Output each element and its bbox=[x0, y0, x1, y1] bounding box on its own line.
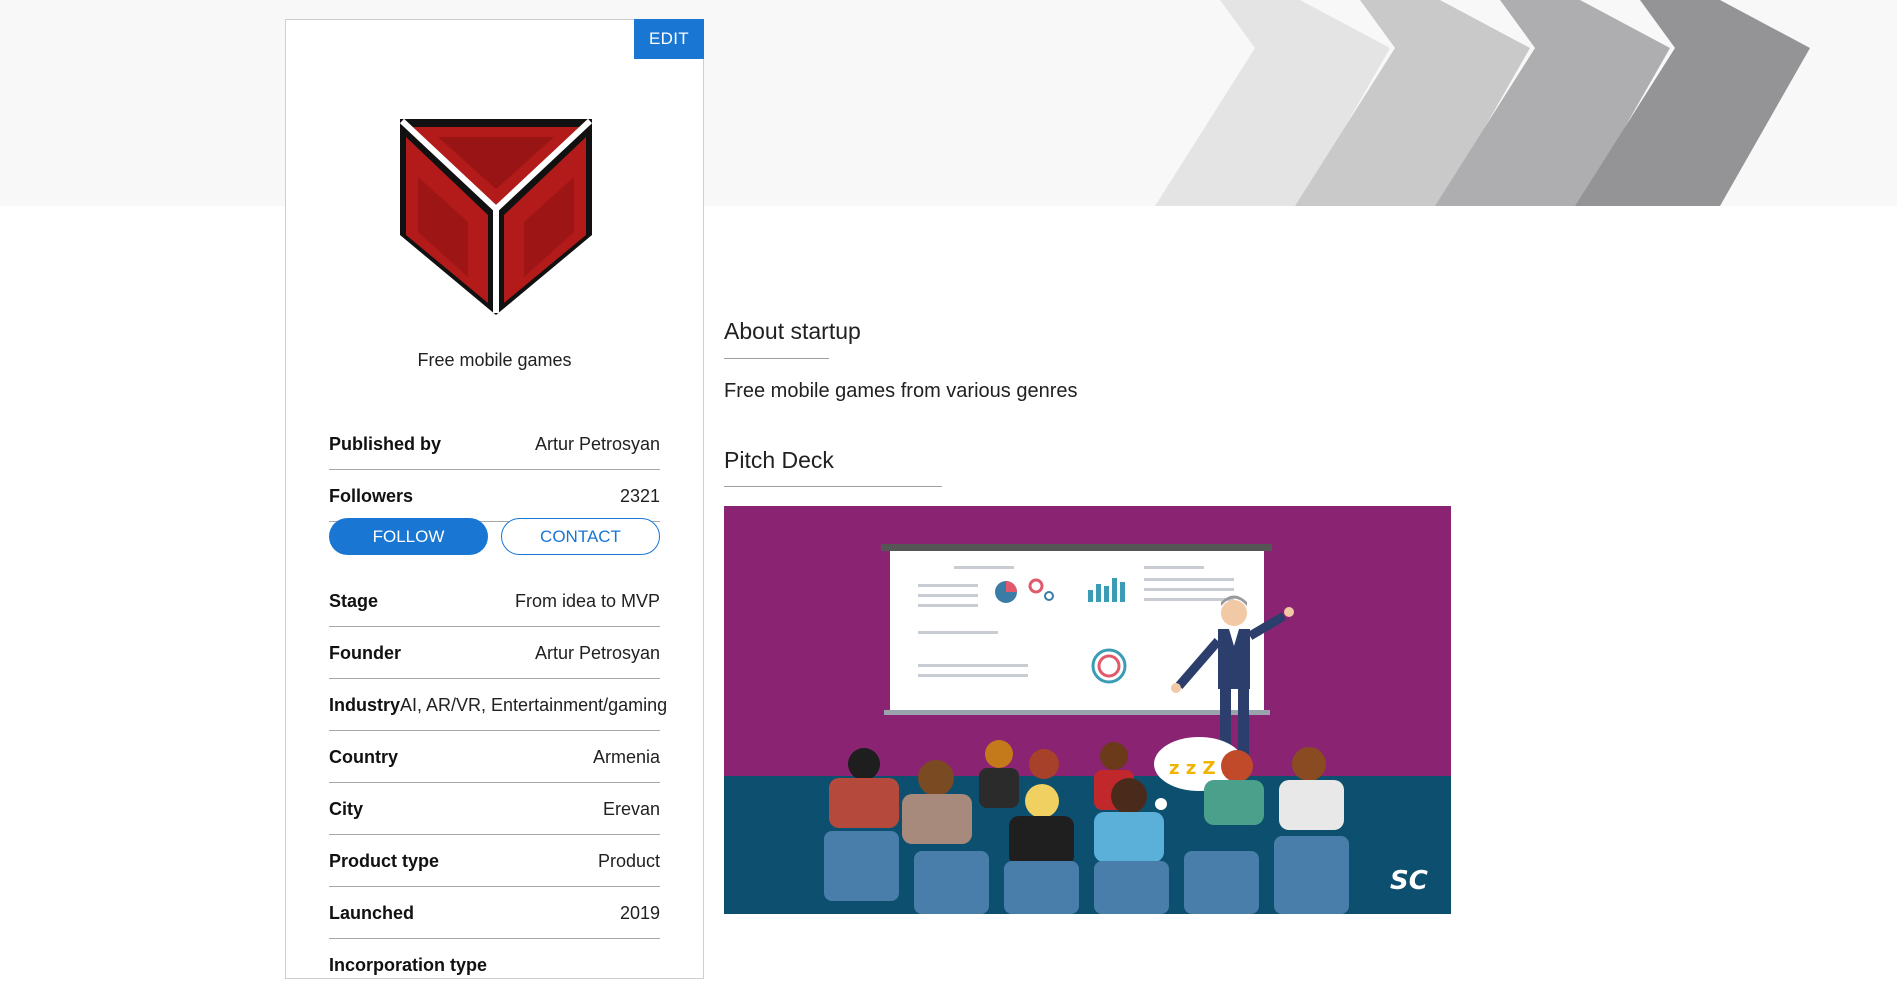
followers-row: Followers 2321 bbox=[329, 471, 660, 522]
pitch-deck-title: Pitch Deck bbox=[724, 447, 834, 473]
country-row: Country Armenia bbox=[329, 732, 660, 783]
about-title: About startup bbox=[724, 318, 861, 344]
presentation-illustration: z z Z Z SC bbox=[724, 506, 1451, 914]
stage-row: Stage From idea to MVP bbox=[329, 576, 660, 627]
industry-value: AI, AR/VR, Entertainment/gaming bbox=[400, 694, 668, 715]
founder-value[interactable]: Artur Petrosyan bbox=[535, 643, 660, 664]
incorporation-type-row: Incorporation type bbox=[329, 940, 660, 991]
founder-row: Founder Artur Petrosyan bbox=[329, 628, 660, 679]
city-label: City bbox=[329, 798, 364, 819]
founder-label: Founder bbox=[329, 642, 401, 663]
about-description: Free mobile games from various genres bbox=[724, 380, 1078, 402]
about-divider bbox=[724, 358, 829, 359]
product-type-label: Product type bbox=[329, 850, 440, 871]
product-type-row: Product type Product bbox=[329, 836, 660, 887]
incorporation-type-label: Incorporation type bbox=[329, 955, 488, 975]
startup-logo bbox=[399, 118, 593, 315]
launched-row: Launched 2019 bbox=[329, 888, 660, 939]
stage-label: Stage bbox=[329, 590, 379, 611]
followers-value: 2321 bbox=[619, 485, 660, 506]
pitch-deck-image[interactable]: z z Z Z SC bbox=[724, 506, 1451, 914]
city-value: Erevan bbox=[602, 798, 660, 819]
city-row: City Erevan bbox=[329, 784, 660, 835]
edit-button[interactable]: EDIT bbox=[634, 19, 704, 59]
contact-button[interactable]: CONTACT bbox=[501, 518, 660, 555]
industry-row: Industry AI, AR/VR, Entertainment/gaming bbox=[329, 680, 667, 731]
published-by-label: Published by bbox=[329, 433, 442, 454]
brand-mark: SC bbox=[1390, 866, 1428, 896]
pitch-deck-divider bbox=[724, 486, 942, 487]
country-value: Armenia bbox=[592, 746, 660, 767]
startup-profile-card: EDIT Free mobile games Published by Artu… bbox=[285, 19, 704, 979]
launched-label: Launched bbox=[329, 902, 415, 923]
industry-label: Industry bbox=[329, 694, 401, 715]
published-by-value[interactable]: Artur Petrosyan bbox=[535, 434, 660, 455]
published-by-row: Published by Artur Petrosyan bbox=[329, 419, 660, 470]
followers-label: Followers bbox=[329, 485, 414, 506]
product-type-value: Product bbox=[597, 850, 660, 871]
follow-button[interactable]: FOLLOW bbox=[329, 518, 488, 555]
startup-tagline: Free mobile games bbox=[417, 350, 572, 370]
stage-value: From idea to MVP bbox=[514, 590, 660, 611]
launched-value: 2019 bbox=[619, 902, 660, 923]
country-label: Country bbox=[329, 746, 398, 767]
